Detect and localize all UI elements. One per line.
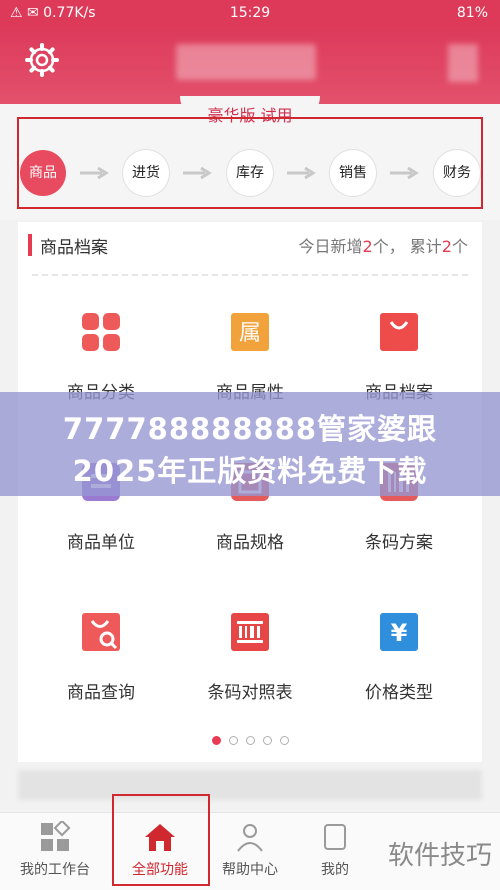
page-indicator [18, 730, 482, 749]
section-header: 商品档案 今日新增2个， 累计2个 [18, 222, 482, 272]
blurred-header-item [448, 44, 478, 82]
nav-item-workbench[interactable]: 我的工作台 [0, 813, 110, 890]
svg-text:属: 属 [239, 321, 261, 346]
business-flow-panel: 豪华版 试用 商品 进货 库存 销售 财务 [0, 96, 500, 220]
overlay-banner: 777788888888管家婆跟 2025年正版资料免费下载 [0, 392, 500, 496]
overlay-line-2: 2025年正版资料免费下载 [72, 454, 428, 488]
arrow-right-icon [287, 166, 316, 180]
watermark-text: 软件技巧 [387, 841, 492, 871]
section-accent-bar [28, 234, 32, 256]
yen-price-icon: ¥ [380, 613, 418, 651]
grid-item-price-type[interactable]: ¥ 价格类型 [324, 578, 474, 718]
search-bag-icon [82, 613, 120, 651]
nav-label: 我的 [321, 862, 349, 878]
page-dot[interactable] [228, 736, 238, 745]
nav-item-mine[interactable]: 我的 [280, 813, 390, 890]
grid-item-barcode-table[interactable]: 条码对照表 [175, 578, 325, 718]
arrow-right-icon [390, 166, 419, 180]
overlay-line-1: 777788888888管家婆跟 [62, 412, 438, 446]
page-dot[interactable] [211, 736, 221, 745]
flow-node-sales[interactable]: 销售 [330, 150, 376, 196]
stats-prefix: 今日新增 [298, 237, 363, 256]
help-person-icon [237, 824, 263, 852]
status-battery: 81% [456, 5, 488, 21]
attribute-tag-icon: 属 [231, 313, 269, 351]
status-time: 15:29 [229, 5, 271, 21]
category-grid-icon [82, 313, 120, 351]
stats-suffix: 个 [451, 237, 468, 256]
status-bar: ⚠ ✉ 0.77K/s 15:29 81% [0, 0, 500, 28]
page-dot[interactable] [262, 736, 272, 745]
grid-item-label: 商品单位 [67, 533, 135, 553]
grid-item-search[interactable]: 商品查询 [26, 578, 176, 718]
nav-label: 我的工作台 [20, 862, 90, 878]
flow-node-finance[interactable]: 财务 [434, 150, 480, 196]
page-dot[interactable] [245, 736, 255, 745]
arrow-right-icon [183, 166, 212, 180]
flow-node-purchase[interactable]: 进货 [123, 150, 169, 196]
shopping-bag-icon [380, 313, 418, 351]
arrow-right-icon [80, 166, 109, 180]
nav-highlight-frame [112, 794, 210, 886]
grid-item-label: 商品查询 [67, 683, 135, 703]
grid-item-label: 条码方案 [365, 533, 433, 553]
blurred-account-name [176, 44, 316, 80]
flow-node-inventory[interactable]: 库存 [227, 150, 273, 196]
stats-middle: 个， 累计 [372, 237, 442, 256]
barcode-table-icon [231, 613, 269, 651]
blurred-content-strip [18, 770, 482, 800]
profile-icon [324, 824, 346, 850]
section-stats: 今日新增2个， 累计2个 [299, 233, 469, 257]
stats-new-count: 2 [362, 237, 373, 256]
dashed-divider [32, 274, 468, 276]
section-title: 商品档案 [40, 238, 108, 258]
stats-total-count: 2 [441, 237, 452, 256]
grid-item-label: 条码对照表 [207, 683, 293, 703]
page-dot[interactable] [279, 736, 289, 745]
gear-icon[interactable] [24, 42, 60, 78]
svg-text:¥: ¥ [391, 619, 408, 647]
grid-item-label: 价格类型 [365, 683, 433, 703]
flow-node-goods[interactable]: 商品 [20, 150, 66, 196]
workbench-icon [41, 821, 71, 851]
grid-item-label: 商品规格 [216, 533, 284, 553]
